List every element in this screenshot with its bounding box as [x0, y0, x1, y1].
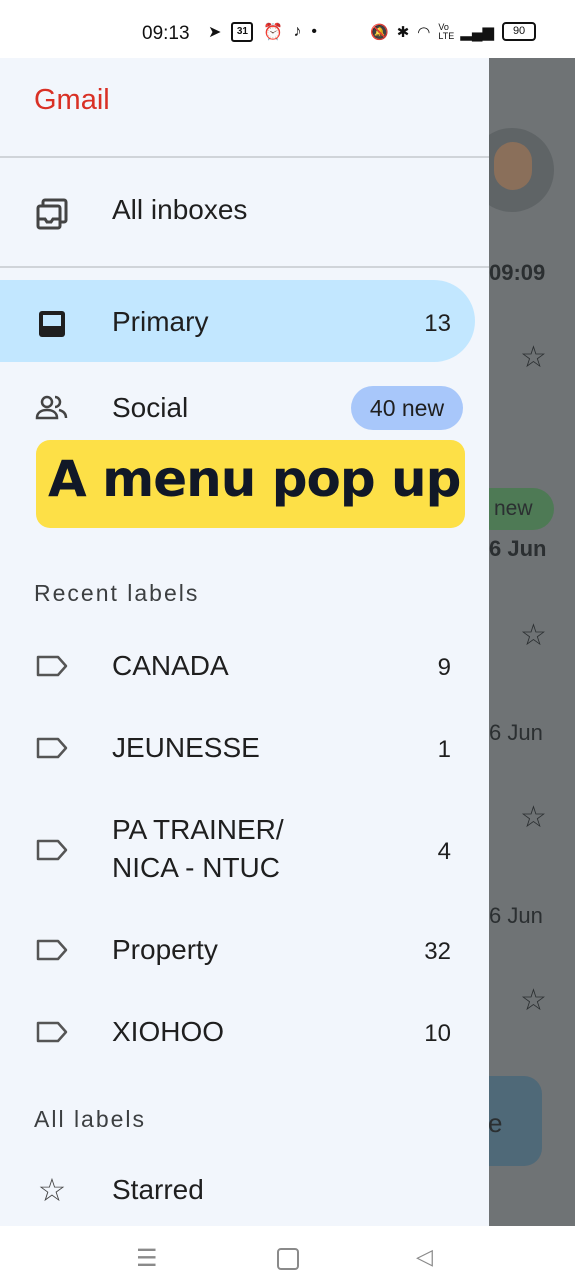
drawer-item-label: CANADA [112, 650, 229, 681]
status-time: 09:13 [142, 23, 190, 44]
drawer-item-label: Property [112, 934, 218, 965]
unread-count: 9 [437, 654, 451, 681]
status-notification-icons: ➤ 31 ⏰ ♪ • [208, 22, 317, 42]
section-heading-recent-labels: Recent labels [34, 580, 200, 606]
volte-icon: Vo LTE [438, 21, 455, 41]
mute-icon: 🔕 [370, 23, 389, 41]
navigation-drawer: Gmail All inboxes Primary 13 Social 40 n… [0, 58, 489, 1226]
label-tag-icon [34, 932, 70, 968]
drawer-item-primary[interactable]: Primary 13 [0, 304, 489, 344]
label-tag-icon [34, 1014, 70, 1050]
drawer-item-label-pa-trainer[interactable]: PA TRAINER/ NICA - NTUC 4 [0, 810, 489, 892]
status-bar: 09:13 ➤ 31 ⏰ ♪ • 🔕 ✱ ◠ Vo LTE ▂▄▆ 90 [0, 0, 575, 58]
divider [0, 266, 489, 268]
tiktok-icon: ♪ [293, 23, 302, 40]
section-heading-all-labels: All labels [34, 1106, 147, 1132]
unread-count: 13 [424, 310, 451, 337]
drawer-item-label-line2: NICA - NTUC [112, 852, 280, 883]
star-icon[interactable]: ☆ [520, 340, 547, 375]
battery-icon: 90 [502, 22, 537, 41]
label-tag-icon [34, 648, 70, 684]
drawer-item-label-canada[interactable]: CANADA 9 [0, 648, 489, 688]
drawer-item-label-property[interactable]: Property 32 [0, 932, 489, 972]
unread-count: 1 [437, 736, 451, 763]
signal-icon: ▂▄▆ [460, 23, 495, 41]
drawer-item-label-xiohoo[interactable]: XIOHOO 10 [0, 1014, 489, 1054]
unread-count: 4 [437, 838, 451, 865]
calendar-icon: 31 [231, 22, 254, 42]
new-count-badge: 40 new [351, 386, 463, 430]
star-icon[interactable]: ☆ [520, 618, 547, 653]
status-system-icons: 🔕 ✱ ◠ Vo LTE ▂▄▆ 90 [370, 21, 537, 41]
drawer-item-label: XIOHOO [112, 1016, 225, 1047]
email-date: 6 Jun [489, 720, 543, 745]
new-badge-label: new [494, 497, 533, 520]
back-icon[interactable]: ◁ [416, 1244, 433, 1270]
home-icon[interactable] [277, 1248, 299, 1270]
email-date: 6 Jun [489, 536, 547, 561]
inbox-icon [34, 306, 70, 342]
label-tag-icon [34, 730, 70, 766]
drawer-item-label: Primary [112, 306, 209, 337]
drawer-item-label-jeunesse[interactable]: JEUNESSE 1 [0, 730, 489, 770]
unread-count: 10 [424, 1020, 451, 1047]
compose-label: e [488, 1108, 503, 1138]
unread-count: 32 [424, 938, 451, 965]
email-time: 09:09 [489, 260, 546, 285]
drawer-item-label: Starred [112, 1174, 204, 1205]
gmail-logo: Gmail [34, 84, 110, 116]
telegram-icon: ➤ [208, 24, 222, 41]
wifi-icon: ◠ [417, 23, 431, 41]
drawer-item-label: Social [112, 392, 189, 423]
annotation-banner: A menu pop up [36, 440, 465, 528]
email-date: 6 Jun [489, 903, 543, 928]
alarm-icon: ⏰ [263, 24, 284, 41]
drawer-item-starred[interactable]: ☆ Starred [0, 1172, 489, 1212]
star-icon: ☆ [37, 1172, 67, 1208]
recent-apps-icon[interactable]: ☰ [136, 1244, 158, 1273]
people-icon [34, 390, 70, 426]
drawer-item-all-inboxes[interactable]: All inboxes [0, 194, 489, 234]
drawer-item-label: JEUNESSE [112, 732, 260, 763]
star-icon[interactable]: ☆ [520, 800, 547, 835]
system-nav-bar: ☰ ◁ [0, 1226, 575, 1283]
dot-icon: • [311, 23, 317, 40]
drawer-item-label: All inboxes [112, 194, 248, 225]
drawer-item-label-line1: PA TRAINER/ [112, 814, 284, 845]
avatar-photo [494, 142, 532, 190]
banner-text: A menu pop up [48, 450, 461, 508]
label-tag-icon [34, 832, 70, 868]
bluetooth-icon: ✱ [396, 23, 410, 41]
all-inboxes-icon [34, 196, 70, 232]
divider [0, 156, 489, 158]
star-icon[interactable]: ☆ [520, 983, 547, 1018]
